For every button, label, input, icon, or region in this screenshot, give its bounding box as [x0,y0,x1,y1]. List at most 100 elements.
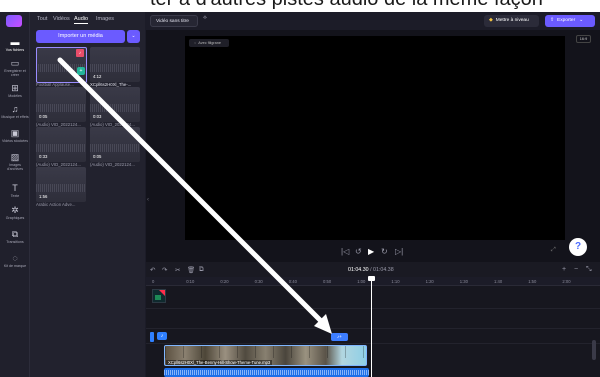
skip-forward-icon[interactable]: ▷| [395,247,403,256]
rail-item[interactable]: ⧉ Transitions [0,229,30,244]
rail-item-label: Modèles [8,94,22,98]
duplicate-icon[interactable]: ⧉ [199,266,204,274]
media-duration: 4:12 [93,74,102,79]
rail-item[interactable]: ▬ Vos fichiers [0,37,30,52]
rail-item[interactable]: ◌ Kit de marque [0,253,30,268]
logo-overlay-clip[interactable] [152,289,166,303]
playhead[interactable] [371,278,372,377]
split-icon[interactable]: ✂ [175,266,180,274]
rail-item[interactable]: ▭ Enregistrer et créer [0,58,30,77]
media-duration: 0:33 [39,154,48,159]
graphics-icon: ✲ [11,205,19,215]
media-thumbnail[interactable]: 4:12 [90,47,140,82]
rail-item[interactable]: ▨ Images d'archives [0,152,30,171]
skip-back-icon[interactable]: |◁ [341,247,349,256]
export-button[interactable]: ⇧ Exporter ⌄ [545,15,595,27]
media-thumbnail[interactable]: 0:05 [36,87,86,122]
track-divider [146,328,600,329]
project-title-input[interactable]: Vidéo sans titre [150,15,198,27]
drop-target-audio-icon[interactable]: ♪+ [331,333,348,341]
media-tabs: Tout Vidéos Audio Images [37,16,137,26]
ruler-tick-label: 1:00 [357,279,366,284]
waveform-preview [36,104,86,112]
caption-overlay: ter à d'autres pistes audio de la même f… [0,0,600,12]
rail-item[interactable]: ♫ Musique et effets [0,104,30,119]
media-thumbnail[interactable]: 1:56 [36,167,86,202]
media-thumbnail[interactable]: 0:33 [36,127,86,162]
aspect-ratio-button[interactable]: 16:9 [576,35,591,43]
fullscreen-icon[interactable]: ⤢ [551,247,556,254]
ruler-tick-label: 1:10 [391,279,400,284]
watermark-label: Avec filigrane [198,41,221,45]
waveform-preview [36,144,86,152]
media-thumbnail[interactable]: 0:03 [90,87,140,122]
ruler-tick-label: 1:30 [459,279,468,284]
video-clip-label: XCpll6s2H0Xl_The-Benny-Hill-Show-Theme-T… [166,360,273,365]
ruler-tick-label: 1:50 [528,279,537,284]
record-icon: ▭ [10,58,20,68]
rail-item[interactable]: ✲ Graphiques [0,205,30,220]
rail-item-label: Musique et effets [1,115,29,119]
audio-waveform [164,370,369,375]
tab-audio[interactable]: Audio [74,16,89,24]
playhead-handle[interactable] [368,276,375,281]
waveform-preview [90,104,140,112]
redo-icon[interactable]: ↷ [162,266,167,274]
magic-icon[interactable]: ⟡ [203,15,207,22]
tab-images[interactable]: Images [96,16,114,22]
audio-track-icon[interactable]: ♪ [157,332,167,340]
ruler-tick-label: 0:30 [254,279,263,284]
media-duration: 1:56 [39,194,48,199]
video-icon: ▣ [10,128,20,138]
waveform-preview [90,144,140,152]
help-button[interactable]: ? [569,238,587,256]
text-icon: T [12,183,18,193]
media-thumbnail[interactable]: 0:05 [90,127,140,162]
upload-icon: ⇧ [550,18,555,23]
waveform-preview [90,64,140,72]
music-icon: ♫ [11,104,19,114]
rail-item-label: Transitions [6,240,24,244]
track-divider [146,343,600,344]
rail-item[interactable]: ⊞ Modèles [0,83,30,98]
fit-timeline-icon[interactable]: ⤡ [586,266,592,274]
rail-item-label: Graphiques [5,216,25,220]
upgrade-label: Mettre à niveau [495,18,529,23]
ruler-tick-label: 0:20 [220,279,229,284]
zoom-in-icon[interactable]: + [562,266,566,273]
brand-kit-icon: ◌ [12,253,18,263]
import-options-button[interactable]: ⌄ [127,30,140,43]
delete-icon[interactable]: 🗑 [187,266,195,274]
upgrade-button[interactable]: ◆ Mettre à niveau [484,15,539,27]
timeline-scrollbar[interactable] [592,340,596,360]
rail-item[interactable]: T Texte [0,183,30,198]
forward-icon[interactable]: ↻ [381,247,388,256]
video-preview[interactable] [185,36,565,240]
media-duration: 0:05 [93,154,102,159]
zoom-out-icon[interactable]: − [574,266,578,273]
ruler-tick-label: 2:00 [562,279,571,284]
rewind-icon[interactable]: ↺ [355,247,362,256]
watermark-icon: ◌ [194,41,197,45]
chevron-down-icon: ⌄ [579,18,584,23]
add-to-timeline-icon[interactable]: + [77,67,85,75]
rail-item[interactable]: ▣ Vidéos stockées [0,128,30,143]
ruler-tick-label: 0 [152,279,155,284]
tab-videos[interactable]: Vidéos [53,16,70,22]
export-label: Exporter [557,18,576,23]
current-time: 01:04.30 [348,267,369,273]
ruler-tick-label: 0:50 [323,279,332,284]
folder-icon: ▬ [10,37,20,47]
waveform-preview [36,184,86,192]
audio-clip[interactable] [164,368,369,377]
total-time: 01:04.38 [373,267,394,273]
play-icon[interactable]: ▶ [368,247,374,256]
watermark-toggle[interactable]: ◌ Avec filigrane [189,39,229,47]
collapse-panel-icon[interactable]: ‹ [147,197,149,203]
track-handle[interactable] [150,332,154,342]
ruler-tick-label: 0:10 [186,279,195,284]
tab-all[interactable]: Tout [37,16,47,22]
import-media-button[interactable]: Importer un média [36,30,125,43]
rail-item-label: Vidéos stockées [1,139,29,143]
undo-icon[interactable]: ↶ [150,266,155,274]
